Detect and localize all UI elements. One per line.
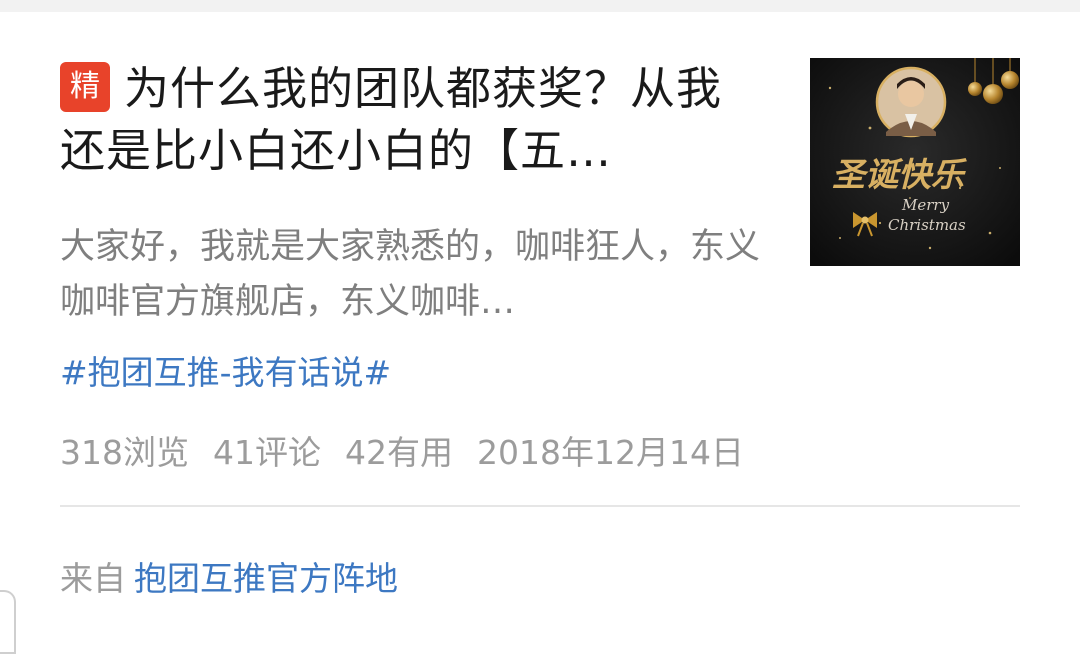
source-group-link[interactable]: 抱团互推官方阵地: [134, 559, 398, 598]
scroll-edge-handle: [0, 590, 16, 654]
useful-count: 42有用: [345, 433, 453, 472]
source-prefix: 来自: [60, 559, 126, 598]
post-summary[interactable]: 大家好，我就是大家熟悉的，咖啡狂人，东义咖啡官方旗舰店，东义咖啡…: [60, 220, 760, 330]
post-date: 2018年12月14日: [477, 433, 744, 472]
post-stats: 318浏览 41评论 42有用 2018年12月14日: [60, 430, 768, 476]
comments-count: 41评论: [213, 433, 321, 472]
christmas-thumbnail-image: 圣诞快乐 Merry Christmas: [810, 58, 1020, 266]
post-thumbnail[interactable]: 圣诞快乐 Merry Christmas: [810, 58, 1020, 266]
post-title-text: 为什么我的团队都获奖？从我还是比小白还小白的【五…: [60, 62, 723, 177]
divider: [60, 505, 1020, 507]
calligraphy-text: 圣诞快乐: [832, 155, 967, 194]
merry-text: Merry: [901, 196, 950, 214]
views-count: 318浏览: [60, 433, 189, 472]
post-source: 来自 抱团互推官方阵地: [60, 556, 398, 602]
featured-badge: 精: [60, 62, 110, 112]
christmas-text: Christmas: [888, 216, 966, 234]
post-title[interactable]: 精为什么我的团队都获奖？从我还是比小白还小白的【五…: [60, 58, 760, 182]
topic-tag-link[interactable]: #抱团互推-我有话说#: [60, 350, 391, 396]
top-separator: [0, 0, 1080, 12]
